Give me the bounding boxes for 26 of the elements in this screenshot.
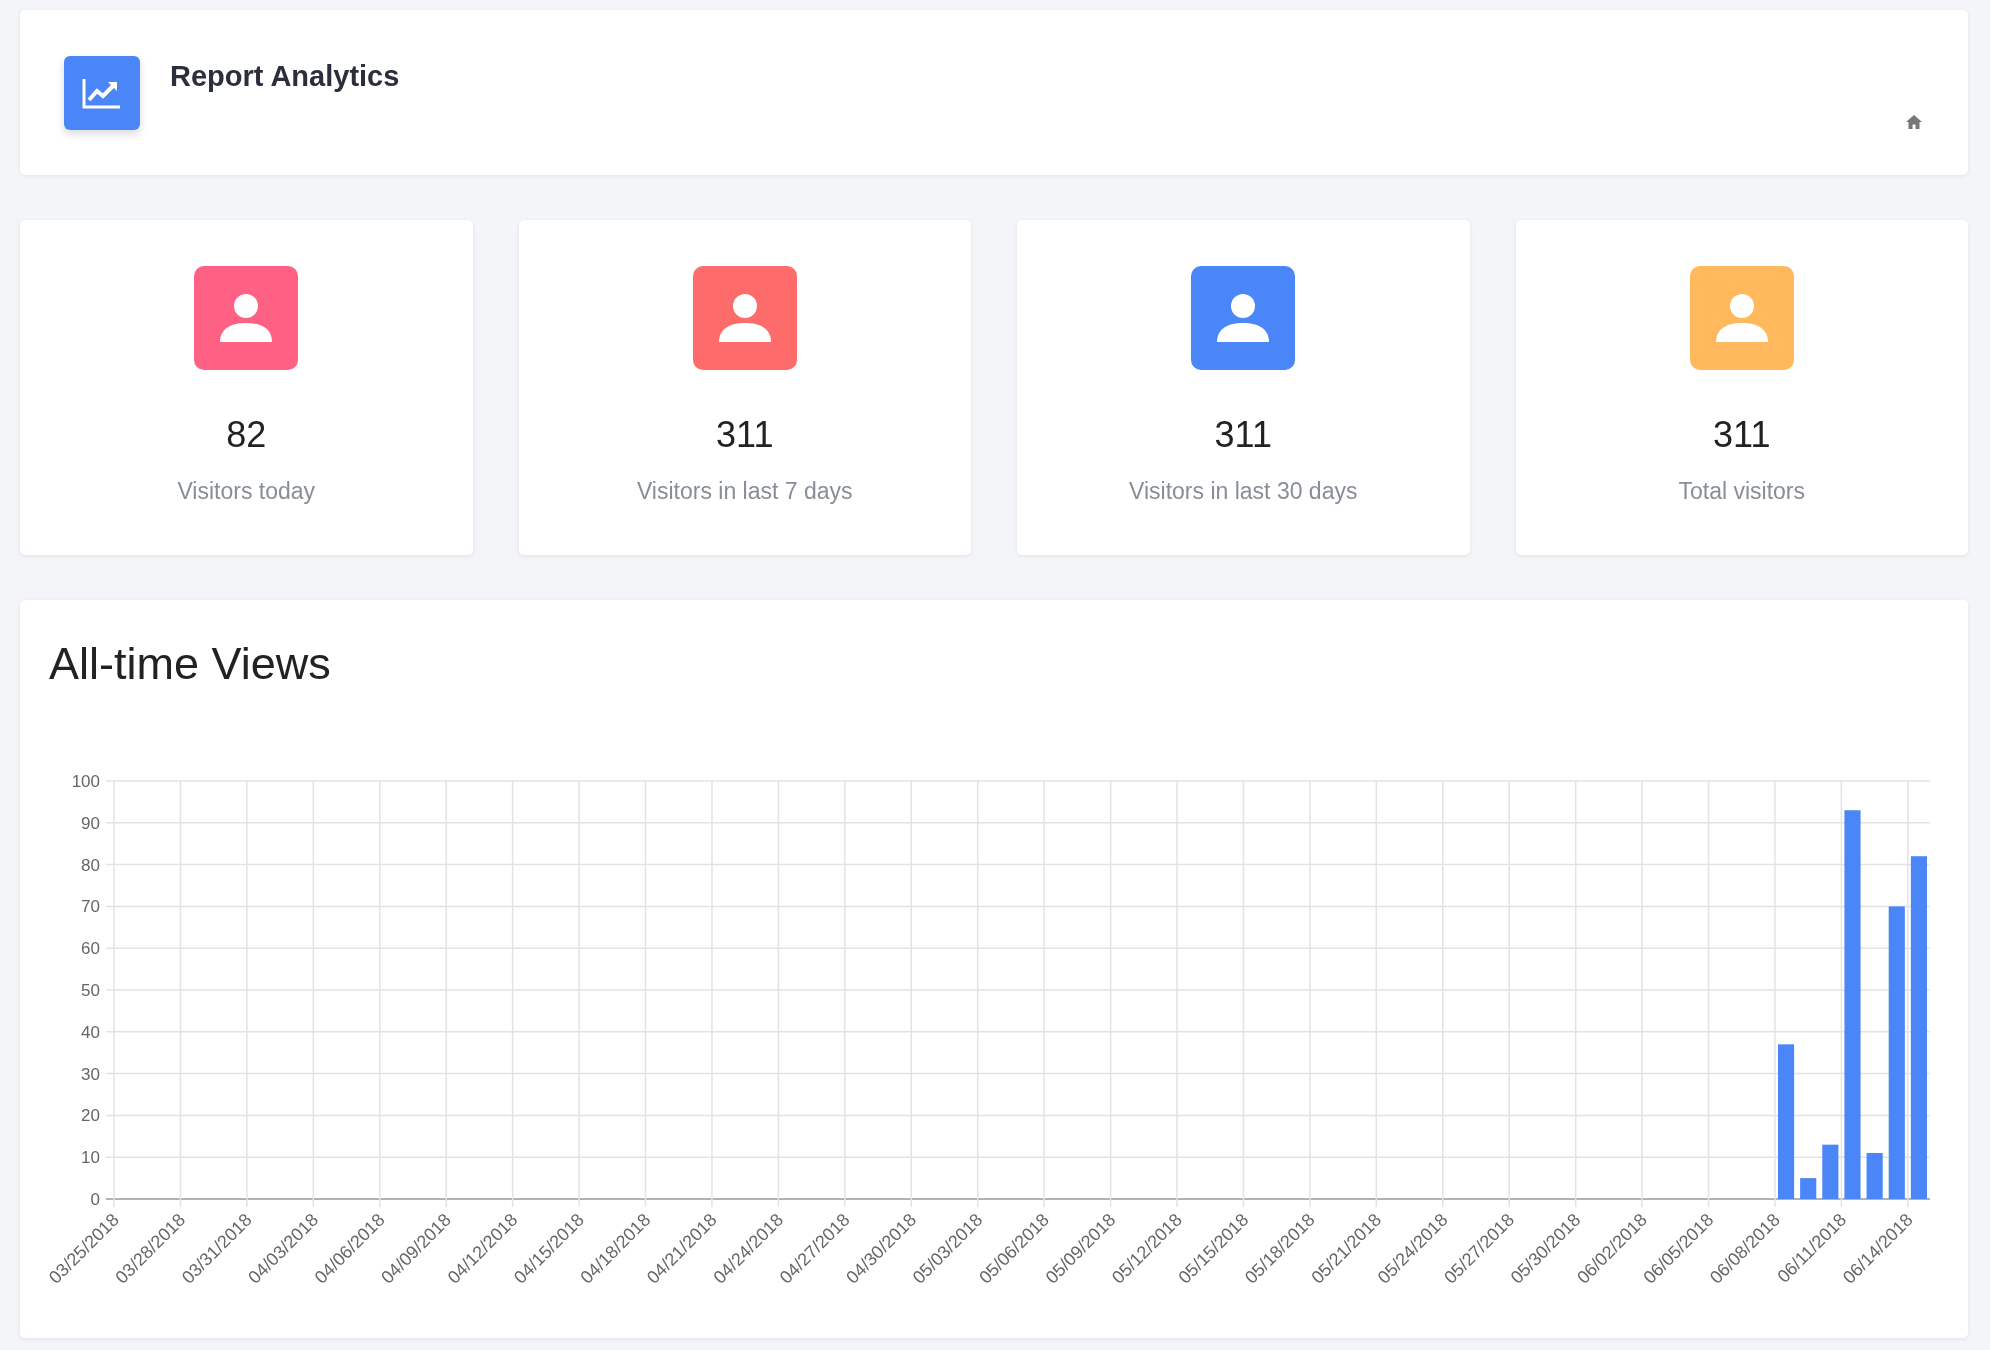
chart-icon xyxy=(64,56,140,130)
home-icon[interactable] xyxy=(1905,114,1923,130)
bar xyxy=(1866,1153,1883,1199)
y-tick-label: 40 xyxy=(81,1022,100,1042)
stat-value: 311 xyxy=(1214,414,1272,456)
y-tick-label: 60 xyxy=(81,939,100,959)
y-tick-label: 80 xyxy=(81,855,100,875)
y-tick-label: 100 xyxy=(71,772,100,791)
y-tick-label: 10 xyxy=(81,1148,100,1168)
bar xyxy=(1800,1178,1817,1199)
y-tick-label: 20 xyxy=(81,1106,100,1126)
bar xyxy=(1822,1144,1839,1199)
stat-label: Visitors today xyxy=(177,478,316,505)
y-tick-label: 70 xyxy=(81,897,100,917)
y-tick-label: 90 xyxy=(81,813,100,833)
y-tick-label: 50 xyxy=(81,981,100,1000)
stat-label: Visitors in last 30 days xyxy=(1129,478,1358,505)
stat-label: Visitors in last 7 days xyxy=(636,478,853,505)
chart-title: All-time Views xyxy=(49,638,332,691)
page-title: Report Analytics xyxy=(170,60,400,93)
stat-label: Total visitors xyxy=(1678,478,1805,505)
y-tick-label: 30 xyxy=(81,1064,100,1084)
y-tick-label: 0 xyxy=(90,1190,100,1209)
stat-value: 311 xyxy=(1713,414,1771,456)
stat-value: 82 xyxy=(226,414,267,456)
stat-value: 311 xyxy=(716,414,774,456)
